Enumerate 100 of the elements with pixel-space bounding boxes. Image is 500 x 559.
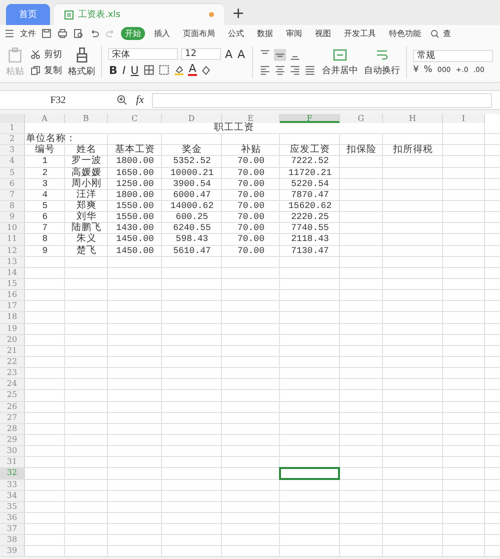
- search-icon[interactable]: [430, 28, 440, 38]
- row-header[interactable]: 22: [0, 356, 25, 368]
- column-header[interactable]: A: [25, 114, 65, 123]
- menu-tab[interactable]: 审阅: [282, 27, 306, 40]
- column-header[interactable]: B: [65, 114, 108, 123]
- row-header[interactable]: 24: [0, 379, 25, 390]
- cut-button[interactable]: 剪切: [30, 48, 62, 60]
- row-header[interactable]: 20: [0, 334, 25, 346]
- percent-button[interactable]: %: [424, 64, 432, 74]
- function-button[interactable]: fx: [136, 94, 144, 106]
- cell-style-icon[interactable]: [158, 64, 170, 76]
- row-header[interactable]: 37: [0, 524, 25, 536]
- italic-button[interactable]: I: [121, 64, 127, 76]
- print-icon[interactable]: [57, 28, 68, 39]
- menu-tab[interactable]: 视图: [311, 27, 335, 40]
- row-header[interactable]: 3: [0, 145, 25, 156]
- row-header[interactable]: 7: [0, 190, 25, 201]
- name-box[interactable]: F32: [8, 94, 108, 106]
- currency-button[interactable]: ¥: [413, 64, 419, 74]
- merge-icon[interactable]: [332, 48, 348, 62]
- selected-cell[interactable]: [279, 467, 340, 480]
- row-header[interactable]: 5: [0, 168, 25, 179]
- row-header[interactable]: 6: [0, 178, 25, 190]
- row-header[interactable]: 35: [0, 502, 25, 513]
- row-header[interactable]: 38: [0, 535, 25, 546]
- column-header[interactable]: E: [222, 114, 280, 123]
- menu-tab[interactable]: 开始: [121, 27, 145, 40]
- row-header[interactable]: 2: [0, 134, 25, 146]
- column-header[interactable]: F: [280, 114, 340, 123]
- file-menu[interactable]: 文件: [20, 28, 36, 39]
- row-header[interactable]: 9: [0, 212, 25, 224]
- underline-button[interactable]: U: [130, 64, 140, 76]
- font-field[interactable]: 宋体: [108, 48, 178, 60]
- new-tab-button[interactable]: +: [232, 4, 245, 22]
- row-header[interactable]: 4: [0, 156, 25, 168]
- row-header[interactable]: 8: [0, 200, 25, 212]
- row-header[interactable]: 29: [0, 434, 25, 446]
- row-header[interactable]: 23: [0, 368, 25, 380]
- border-icon[interactable]: [142, 64, 155, 76]
- row-header[interactable]: 15: [0, 278, 25, 290]
- row-header[interactable]: 16: [0, 290, 25, 302]
- number-format-field[interactable]: 常规: [413, 50, 494, 62]
- row-header[interactable]: 10: [0, 223, 25, 234]
- menu-tab[interactable]: 公式: [224, 27, 248, 40]
- column-header[interactable]: H: [383, 114, 443, 123]
- align-button[interactable]: [304, 64, 316, 76]
- document-tab[interactable]: 首页: [6, 4, 50, 25]
- copy-icon[interactable]: [30, 64, 41, 76]
- menu-tab[interactable]: 特色功能: [385, 27, 425, 40]
- row-header[interactable]: 31: [0, 457, 25, 468]
- wrap-text-button[interactable]: 自动换行: [364, 64, 400, 76]
- row-header[interactable]: 14: [0, 268, 25, 279]
- row-header[interactable]: 19: [0, 324, 25, 335]
- menu-tab[interactable]: 开发工具: [340, 27, 380, 40]
- row-header[interactable]: 18: [0, 312, 25, 324]
- eraser-icon[interactable]: [200, 64, 212, 76]
- row-header[interactable]: 25: [0, 390, 25, 402]
- document-tab[interactable]: 工资表.xls: [54, 4, 224, 25]
- undo-icon[interactable]: [89, 28, 100, 39]
- row-header[interactable]: 39: [0, 546, 25, 558]
- menu-tab[interactable]: 数据: [253, 27, 277, 40]
- menu-icon[interactable]: [4, 28, 15, 39]
- column-header[interactable]: D: [162, 114, 222, 123]
- row-header[interactable]: 21: [0, 346, 25, 357]
- row-header[interactable]: 34: [0, 490, 25, 502]
- row-header[interactable]: 36: [0, 512, 25, 524]
- search-button[interactable]: 查: [430, 28, 451, 39]
- preview-icon[interactable]: [73, 28, 84, 39]
- merge-center-button[interactable]: 合并居中: [322, 64, 358, 76]
- menu-tab[interactable]: 页面布局: [179, 27, 219, 40]
- row-header[interactable]: 1: [0, 123, 25, 134]
- column-header[interactable]: I: [443, 114, 485, 123]
- formula-input[interactable]: [152, 92, 492, 108]
- align-button[interactable]: [274, 64, 286, 76]
- shrink-font-button[interactable]: A: [236, 48, 246, 60]
- format-painter-button[interactable]: 格式刷: [68, 64, 95, 78]
- scissors-icon[interactable]: [30, 48, 41, 60]
- save-icon[interactable]: [41, 28, 52, 39]
- row-header[interactable]: 28: [0, 424, 25, 435]
- row-header[interactable]: 30: [0, 446, 25, 458]
- align-button[interactable]: [289, 64, 302, 76]
- row-header[interactable]: 11: [0, 234, 25, 246]
- column-header[interactable]: C: [108, 114, 162, 123]
- row-header[interactable]: 32: [0, 468, 25, 480]
- row-header[interactable]: 33: [0, 480, 25, 491]
- column-header[interactable]: G: [340, 114, 383, 123]
- bold-button[interactable]: B: [108, 64, 118, 76]
- paste-button[interactable]: 粘贴: [6, 64, 24, 78]
- row-header[interactable]: 13: [0, 256, 25, 268]
- font-size-field[interactable]: 12: [181, 48, 221, 60]
- align-button[interactable]: [259, 64, 272, 76]
- menu-tab[interactable]: 插入: [150, 27, 174, 40]
- font-color-button[interactable]: A: [188, 64, 198, 76]
- grow-font-button[interactable]: A: [224, 48, 234, 60]
- copy-button[interactable]: 复制: [30, 64, 62, 76]
- row-header[interactable]: 27: [0, 412, 25, 424]
- row-header[interactable]: 26: [0, 402, 25, 413]
- row-header[interactable]: 12: [0, 246, 25, 257]
- align-button[interactable]: [274, 48, 286, 60]
- wrap-icon[interactable]: [374, 48, 390, 62]
